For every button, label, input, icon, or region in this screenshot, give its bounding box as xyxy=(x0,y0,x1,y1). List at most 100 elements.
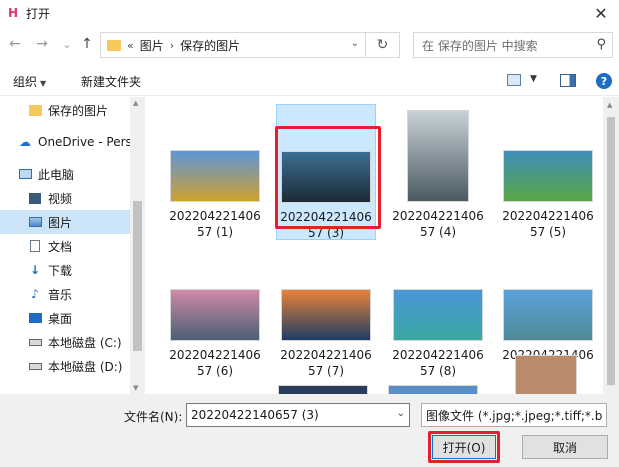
new-folder-button[interactable]: 新建文件夹 xyxy=(81,73,141,90)
file-list-scroll-thumb[interactable] xyxy=(607,117,615,385)
dialog-footer: 文件名(N): 20220422140657 (3) ⌄ 图像文件 (*.jpg… xyxy=(0,394,619,467)
sidebar-item[interactable]: 桌面 xyxy=(0,306,130,330)
title-bar: H 打开 ✕ xyxy=(0,0,619,26)
file-list-scrollbar[interactable]: ▲ xyxy=(603,97,619,394)
filename-label: 文件名(N): xyxy=(124,410,183,424)
music-icon: ♪ xyxy=(31,287,39,301)
filename-value: 20220422140657 (3) xyxy=(191,408,319,422)
up-button[interactable]: ↑ xyxy=(78,34,96,54)
cloud-icon: ☁ xyxy=(19,135,31,149)
sidebar-item-label: 本地磁盘 (D:) xyxy=(48,359,123,374)
organize-caret-icon: ▼ xyxy=(40,79,47,88)
navigation-pane: 保存的图片 ☁ OneDrive - Pers 此电脑视频图片文档 ↓ 下载 ♪ 音乐桌面本地… xyxy=(0,97,145,394)
navigation-bar: ← → ⌄ ↑ « 图片 › 保存的图片 ⌄ ↻ 在 保存的图片 中搜索 ⚲ xyxy=(0,28,619,60)
desktop-icon xyxy=(28,312,42,324)
image-thumbnail xyxy=(170,150,260,202)
image-thumbnail xyxy=(407,110,469,202)
view-options-caret-icon[interactable]: ▼ xyxy=(530,74,537,84)
sidebar-item-label: OneDrive - Pers xyxy=(38,135,130,149)
help-icon[interactable]: ? xyxy=(596,73,612,89)
image-thumbnail xyxy=(170,289,260,341)
address-dropdown-icon[interactable]: ⌄ xyxy=(351,38,359,49)
filename-input[interactable]: 20220422140657 (3) ⌄ xyxy=(186,403,410,427)
sidebar-scrollbar[interactable]: ▲ ▼ xyxy=(130,97,145,394)
image-thumbnail xyxy=(393,289,483,341)
sidebar-item[interactable]: 此电脑 xyxy=(0,162,130,186)
sidebar-item-label: 视频 xyxy=(48,191,73,206)
sidebar-item[interactable]: ☁ OneDrive - Pers xyxy=(0,130,130,154)
breadcrumb-overflow[interactable]: « xyxy=(127,39,134,52)
organize-label: 组织 xyxy=(13,75,38,89)
document-icon xyxy=(28,240,42,252)
address-bar[interactable]: « 图片 › 保存的图片 ⌄ xyxy=(100,32,366,58)
sidebar-item-label: 图片 xyxy=(48,215,73,230)
sidebar-item[interactable]: ↓ 下载 xyxy=(0,258,130,282)
filetype-select[interactable]: 图像文件 (*.jpg;*.jpeg;*.tiff;*.b xyxy=(421,403,607,427)
scroll-up-icon[interactable]: ▲ xyxy=(607,101,612,109)
sidebar-item-label: 音乐 xyxy=(48,287,73,302)
download-icon: ↓ xyxy=(29,263,41,277)
drive-icon xyxy=(28,360,42,372)
sidebar-item-label: 此电脑 xyxy=(38,167,75,182)
sidebar-item-label: 下载 xyxy=(48,263,73,278)
search-icon[interactable]: ⚲ xyxy=(596,37,606,52)
sidebar-item[interactable]: 文档 xyxy=(0,234,130,258)
file-name: 20220422140657 (7) xyxy=(280,348,372,378)
folder-icon xyxy=(107,39,121,51)
back-button[interactable]: ← xyxy=(6,34,24,54)
file-name: 20220422140657 (8) xyxy=(392,348,484,378)
recent-locations-button[interactable]: ⌄ xyxy=(58,34,76,54)
sidebar-item[interactable]: 保存的图片 xyxy=(0,98,130,122)
file-name: 20220422140657 (5) xyxy=(502,209,594,239)
forward-button[interactable]: → xyxy=(33,34,51,54)
image-thumbnail[interactable] xyxy=(278,385,368,394)
drive-icon xyxy=(28,336,42,348)
sidebar-item[interactable]: 图片 xyxy=(0,210,130,234)
command-toolbar: 组织 ▼ 新建文件夹 ▼ ? xyxy=(0,66,619,96)
window-title: 打开 xyxy=(26,6,51,21)
file-tile[interactable]: 20220422140657 (6) xyxy=(165,243,265,379)
sidebar-item-label: 本地磁盘 (C:) xyxy=(48,335,122,350)
file-name: 20220422140657 (4) xyxy=(392,209,484,239)
filetype-value: 图像文件 (*.jpg;*.jpeg;*.tiff;*.b xyxy=(426,408,603,423)
sidebar-item[interactable]: ♪ 音乐 xyxy=(0,282,130,306)
file-name: 20220422140657 (1) xyxy=(169,209,261,239)
sidebar-item-label: 桌面 xyxy=(48,311,73,326)
sidebar-scroll-up-icon[interactable]: ▲ xyxy=(133,99,138,107)
video-icon xyxy=(28,192,42,204)
search-placeholder: 在 保存的图片 中搜索 xyxy=(422,38,538,53)
image-thumbnail xyxy=(281,289,371,341)
file-name: 20220422140657 (6) xyxy=(169,348,261,378)
image-thumbnail[interactable] xyxy=(388,385,478,394)
computer-icon xyxy=(18,168,32,180)
file-tile[interactable]: 20220422140657 (4) xyxy=(388,104,488,240)
file-tile[interactable]: 20220422140657 (8) xyxy=(388,243,488,379)
view-options-icon[interactable] xyxy=(507,74,521,86)
sidebar-item[interactable]: 本地磁盘 (D:) xyxy=(0,354,130,378)
sidebar-scroll-thumb[interactable] xyxy=(133,201,142,351)
sidebar-scroll-down-icon[interactable]: ▼ xyxy=(133,384,138,392)
file-tile[interactable]: 20220422140657 (1) xyxy=(165,104,265,240)
sidebar-item[interactable]: 本地磁盘 (C:) xyxy=(0,330,130,354)
folder-icon xyxy=(28,104,42,116)
close-button[interactable]: ✕ xyxy=(583,0,619,26)
organize-button[interactable]: 组织 ▼ xyxy=(13,73,46,90)
breadcrumb-saved-pictures[interactable]: 保存的图片 xyxy=(180,37,240,54)
sidebar-item-label: 文档 xyxy=(48,239,73,254)
breadcrumb-separator[interactable]: › xyxy=(170,39,174,52)
file-tile[interactable]: 20220422140657 (7) xyxy=(276,243,376,379)
refresh-button[interactable]: ↻ xyxy=(366,32,400,58)
breadcrumb-pictures[interactable]: 图片 xyxy=(140,37,164,54)
filename-dropdown-icon[interactable]: ⌄ xyxy=(397,408,405,419)
image-thumbnail xyxy=(503,289,593,341)
preview-pane-icon[interactable] xyxy=(560,74,576,87)
image-thumbnail xyxy=(503,150,593,202)
image-thumbnail[interactable] xyxy=(515,355,577,394)
cancel-button[interactable]: 取消 xyxy=(522,435,608,459)
sidebar-item-label: 保存的图片 xyxy=(48,103,109,118)
sidebar-item[interactable]: 视频 xyxy=(0,186,130,210)
pictures-icon xyxy=(28,216,42,228)
highlight-box-open-button xyxy=(428,431,500,463)
file-tile[interactable]: 20220422140657 (5) xyxy=(498,104,598,240)
search-input[interactable]: 在 保存的图片 中搜索 ⚲ xyxy=(413,32,613,58)
